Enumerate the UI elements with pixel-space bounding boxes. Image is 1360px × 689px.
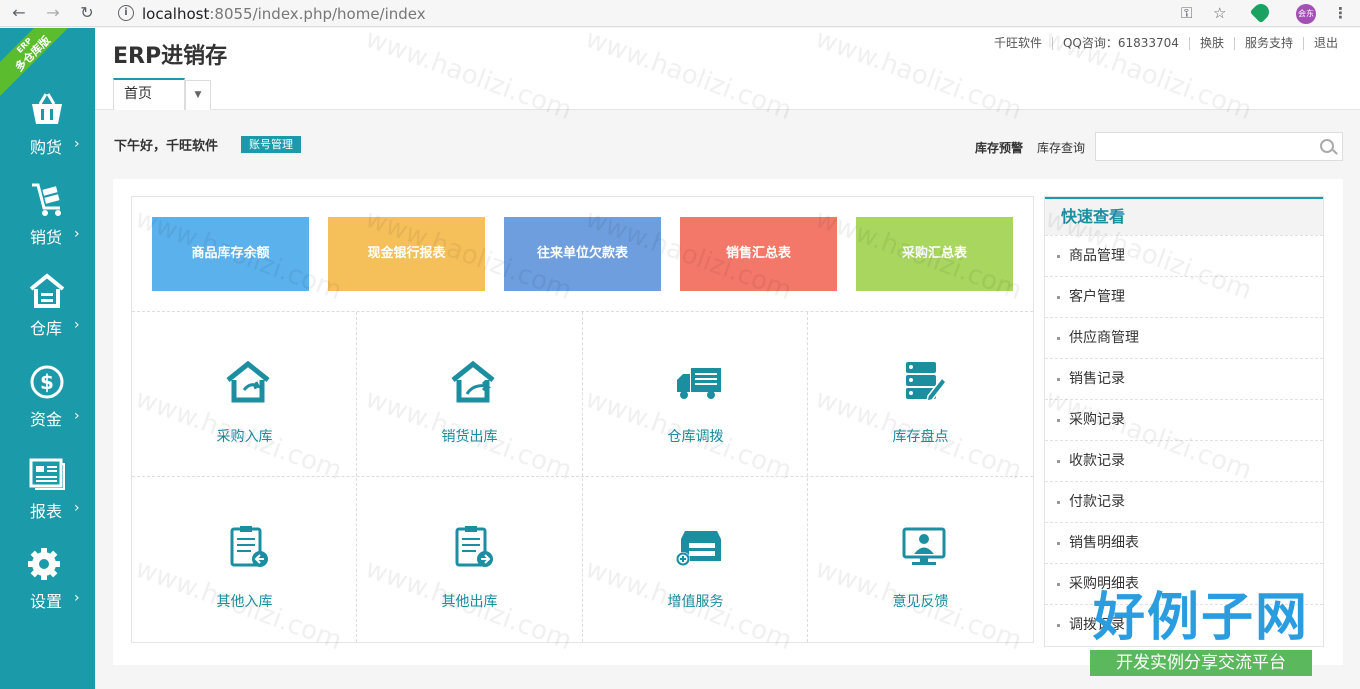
clipboard-in-icon	[230, 526, 268, 567]
chevron-right-icon: ›	[74, 408, 80, 424]
stock-search-input[interactable]	[1095, 132, 1343, 161]
link-company[interactable]: 千旺软件	[984, 37, 1052, 50]
cart-icon	[32, 183, 61, 216]
quick-view-panel: 快速查看 商品管理 客户管理 供应商管理 销售记录 采购记录 收款记录 付款记录…	[1044, 196, 1324, 647]
tile-arrears-report[interactable]: 往来单位欠款表	[504, 217, 661, 291]
quick-item-payment-records[interactable]: 付款记录	[1045, 481, 1323, 522]
search-icon[interactable]	[1320, 139, 1334, 153]
forward-arrow-icon[interactable]: →	[42, 3, 64, 23]
menu-dots-icon[interactable]: ⋮	[1333, 4, 1348, 22]
func-feedback[interactable]: 意见反馈	[808, 477, 1033, 641]
star-icon[interactable]: ☆	[1213, 4, 1226, 22]
quick-item-receipt-records[interactable]: 收款记录	[1045, 440, 1323, 481]
clipboard-out-icon	[455, 526, 493, 567]
watermark-logo: 好例子网 开发实例分享交流平台	[1088, 588, 1314, 680]
func-purchase-in[interactable]: 采购入库	[132, 312, 357, 476]
sidebar-item-funds[interactable]: $ 资金 ›	[0, 364, 95, 450]
house-out-icon	[451, 360, 495, 403]
sidebar-item-settings[interactable]: 设置 ›	[0, 546, 95, 632]
func-label: 库存盘点	[892, 429, 949, 445]
sidebar-item-label: 购货	[30, 138, 63, 157]
quick-view-title: 快速查看	[1045, 197, 1323, 235]
func-label: 仓库调拨	[667, 429, 724, 445]
func-other-out[interactable]: 其他出库	[357, 477, 582, 641]
func-label: 增值服务	[667, 594, 724, 610]
link-change-skin[interactable]: 换肤	[1188, 37, 1234, 50]
house-in-icon	[226, 360, 270, 403]
func-label: 意见反馈	[892, 594, 949, 610]
profile-avatar[interactable]: 会东	[1296, 4, 1316, 24]
cabinet-plus-icon	[676, 531, 721, 566]
top-links: 千旺软件 QQ咨询：61833704 换肤 服务支持 退出	[984, 37, 1348, 50]
chevron-right-icon: ›	[74, 317, 80, 333]
chevron-right-icon: ›	[74, 590, 80, 606]
key-icon[interactable]: ⚿	[1181, 4, 1192, 22]
sidebar: ERP 多仓库版 购货 › 销货 › 仓库 › $ 资金 › 报表 › 设置 ›	[0, 28, 95, 689]
quick-item-products[interactable]: 商品管理	[1045, 235, 1323, 276]
chevron-right-icon: ›	[74, 136, 80, 152]
account-manage-button[interactable]: 账号管理	[241, 136, 301, 153]
edition-ribbon: ERP 多仓库版	[0, 28, 77, 98]
sidebar-item-label: 仓库	[30, 319, 63, 338]
func-label: 采购入库	[216, 429, 273, 445]
func-stocktake[interactable]: 库存盘点	[808, 312, 1033, 476]
func-transfer[interactable]: 仓库调拨	[583, 312, 808, 476]
warehouse-icon	[29, 273, 65, 308]
sidebar-item-sales[interactable]: 销货 ›	[0, 182, 95, 268]
tile-cash-bank-report[interactable]: 现金银行报表	[328, 217, 485, 291]
greeting-text: 下午好，千旺软件	[114, 139, 219, 154]
link-qq-consult[interactable]: QQ咨询：61833704	[1051, 37, 1189, 50]
basket-icon	[32, 93, 62, 124]
stock-warning-link[interactable]: 库存预警	[975, 139, 1023, 156]
tile-sales-summary[interactable]: 销售汇总表	[680, 217, 837, 291]
func-other-in[interactable]: 其他入库	[132, 477, 357, 641]
truck-icon	[677, 368, 721, 399]
svg-text:$: $	[40, 370, 54, 394]
report-icon	[29, 458, 65, 490]
func-value-added[interactable]: 增值服务	[583, 477, 808, 641]
gear-icon	[28, 548, 60, 580]
stock-query-label: 库存查询	[1037, 141, 1086, 155]
quick-item-sales-detail[interactable]: 销售明细表	[1045, 522, 1323, 563]
sidebar-item-warehouse[interactable]: 仓库 ›	[0, 273, 95, 359]
sidebar-item-label: 设置	[30, 592, 63, 611]
sidebar-item-reports[interactable]: 报表 ›	[0, 456, 95, 542]
sidebar-item-label: 销货	[30, 228, 63, 247]
tab-home[interactable]: 首页	[113, 78, 185, 110]
tile-inventory-balance[interactable]: 商品库存余额	[152, 217, 309, 291]
func-label: 其他入库	[216, 594, 273, 610]
extension-tag-icon[interactable]	[1249, 0, 1273, 24]
app-header: ERP进销存 千旺软件 QQ咨询：61833704 换肤 服务支持 退出 首页 …	[95, 28, 1360, 110]
watermark-logo-main: 好例子网	[1092, 588, 1309, 648]
sidebar-item-purchase[interactable]: 购货 ›	[0, 92, 95, 178]
back-arrow-icon[interactable]: ←	[8, 3, 30, 23]
chevron-right-icon: ›	[74, 226, 80, 242]
tab-dropdown-icon[interactable]: ▼	[185, 80, 211, 110]
address-bar[interactable]: i localhost:8055/index.php/home/index	[110, 2, 1238, 25]
browser-toolbar: ← → ↻ i localhost:8055/index.php/home/in…	[0, 0, 1360, 27]
link-service-support[interactable]: 服务支持	[1233, 37, 1303, 50]
func-label: 销货出库	[441, 429, 498, 445]
watermark-logo-sub: 开发实例分享交流平台	[1090, 650, 1312, 676]
url-text: localhost:8055/index.php/home/index	[142, 5, 426, 23]
app-title: ERP进销存	[113, 44, 228, 69]
sidebar-item-label: 资金	[30, 410, 63, 429]
reload-icon[interactable]: ↻	[76, 3, 98, 23]
quick-item-sales-records[interactable]: 销售记录	[1045, 358, 1323, 399]
quick-item-purchase-records[interactable]: 采购记录	[1045, 399, 1323, 440]
quick-item-suppliers[interactable]: 供应商管理	[1045, 317, 1323, 358]
func-label: 其他出库	[441, 594, 498, 610]
info-icon[interactable]: i	[118, 5, 134, 21]
quick-item-customers[interactable]: 客户管理	[1045, 276, 1323, 317]
tile-purchase-summary[interactable]: 采购汇总表	[856, 217, 1013, 291]
chevron-right-icon: ›	[74, 500, 80, 516]
server-edit-icon	[906, 362, 947, 402]
dollar-icon: $	[30, 365, 64, 399]
link-logout[interactable]: 退出	[1302, 37, 1348, 50]
monitor-user-icon	[902, 527, 946, 565]
sidebar-item-label: 报表	[30, 502, 63, 521]
func-sales-out[interactable]: 销货出库	[357, 312, 582, 476]
